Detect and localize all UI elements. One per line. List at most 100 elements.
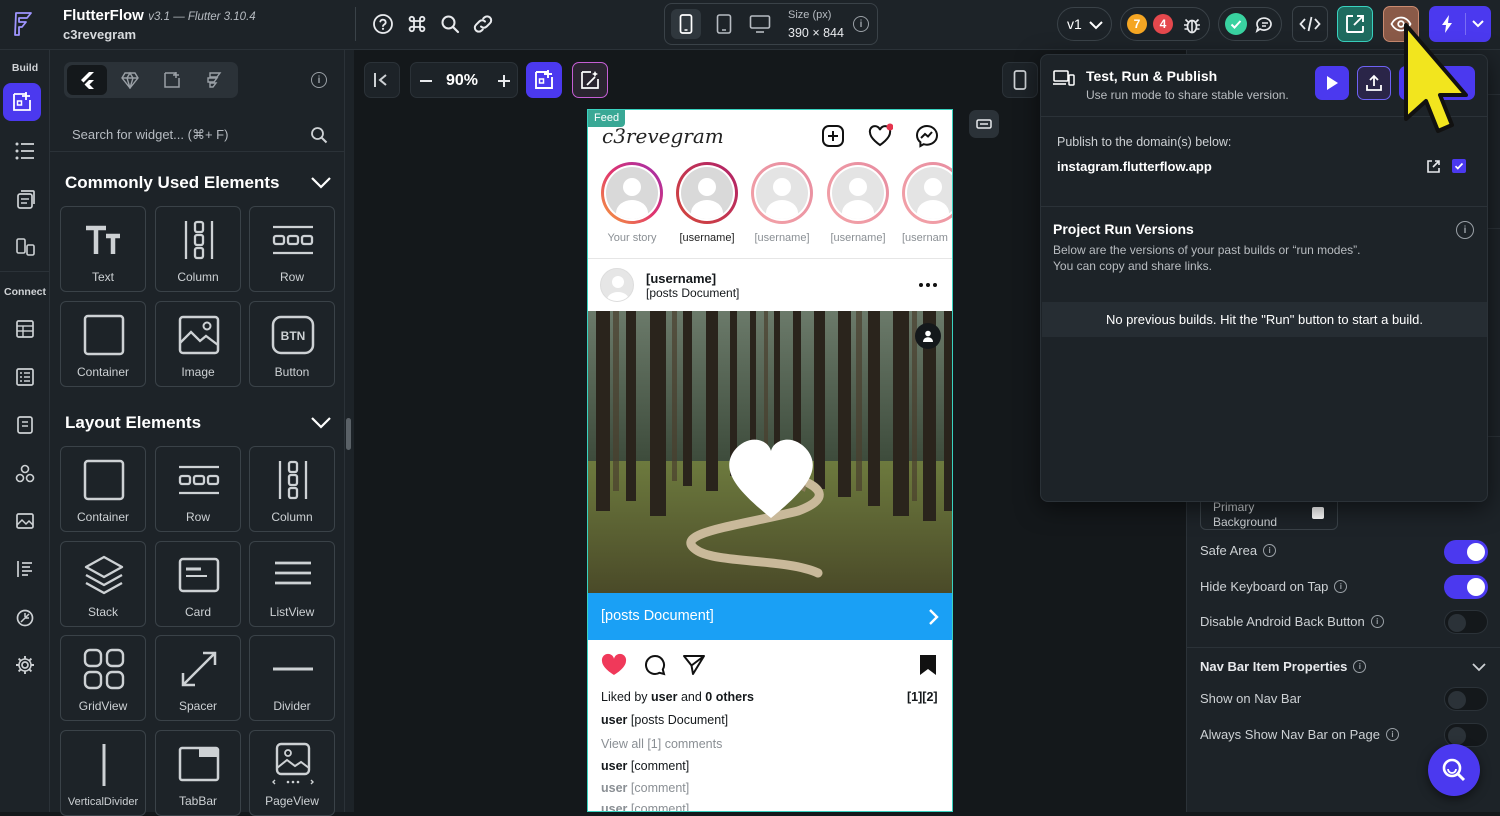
widget-tile-gridview[interactable]: GridView [60,635,146,721]
ai-gen-button[interactable] [572,62,608,98]
storyboard-icon[interactable] [9,184,41,216]
info-icon[interactable]: i [1456,221,1474,239]
widget-tile-card[interactable]: Card [155,541,241,627]
open-external-button[interactable] [1337,6,1373,42]
flutterflow-logo-icon[interactable] [9,10,37,38]
widget-tile-image[interactable]: Image [155,301,241,387]
chevron-down-icon[interactable] [308,409,334,435]
story-item[interactable]: [username] [827,162,889,244]
theme-settings-icon[interactable] [9,553,41,585]
bug-icon[interactable] [1181,14,1203,36]
post-image[interactable] [588,311,952,593]
search-input[interactable]: Search for widget... (⌘+ F) [72,127,228,143]
hide-keyboard-toggle[interactable] [1444,575,1488,599]
widget-palette-icon[interactable] [3,83,41,121]
version-select[interactable]: v1 [1057,7,1112,41]
widget-tile-stack[interactable]: Stack [60,541,146,627]
errors-badge[interactable]: 4 [1153,14,1173,34]
liked-user[interactable]: user [651,690,677,704]
info-icon[interactable]: i [1353,660,1367,673]
tablet-device-button[interactable] [709,9,739,39]
info-icon[interactable]: i [1385,728,1399,741]
zoom-level[interactable]: 90% [446,72,478,90]
comment-user[interactable]: user [601,781,627,795]
tab-flutter-widgets[interactable] [67,65,107,95]
story-item[interactable]: [username] [676,162,738,244]
widget-tree-icon[interactable] [9,135,41,167]
zoom-in-icon[interactable] [497,74,511,88]
upload-button[interactable] [1357,66,1391,100]
domain-link[interactable]: instagram.flutterflow.app [1057,159,1212,174]
panel-scrollbar[interactable] [346,418,351,450]
show-navbar-toggle[interactable] [1444,687,1488,711]
help-icon[interactable] [370,11,396,37]
collapse-panel-button[interactable] [364,62,400,98]
desktop-device-button[interactable] [745,9,775,39]
add-widget-button[interactable] [526,62,562,98]
widget-tile-container[interactable]: Container [60,446,146,532]
widget-tile-row[interactable]: Row [249,206,335,292]
database-icon[interactable] [9,313,41,345]
post-username[interactable]: [username] [646,271,716,286]
comment-user[interactable]: user [601,759,627,773]
open-external-icon[interactable] [1426,159,1441,174]
search-icon[interactable] [437,11,463,37]
zoom-out-icon[interactable] [419,74,433,88]
command-icon[interactable] [404,11,430,37]
disable-back-toggle[interactable] [1444,610,1488,634]
more-options-icon[interactable] [918,282,938,288]
check-icon[interactable] [1225,13,1247,35]
navbar-section-header[interactable]: Nav Bar Item Properties i [1200,659,1367,674]
settings-gear-icon[interactable] [9,649,41,681]
info-icon[interactable]: i [1370,615,1384,628]
caption-user[interactable]: user [601,713,627,727]
device-frame-button[interactable] [1002,62,1038,98]
keyboard-toggle[interactable] [969,110,999,138]
link-icon[interactable] [470,11,496,37]
media-assets-icon[interactable] [9,505,41,537]
widget-tile-column[interactable]: Column [155,206,241,292]
project-name[interactable]: c3revegram [63,27,136,42]
add-post-icon[interactable] [821,124,845,148]
chat-icon[interactable] [1254,14,1276,36]
size-value[interactable]: 390 × 844 [788,26,844,40]
share-icon[interactable] [682,654,706,676]
tab-flows[interactable] [194,65,234,95]
widget-tile-button[interactable]: BTN Button [249,301,335,387]
code-view-button[interactable] [1292,6,1328,42]
widget-tile-column[interactable]: Column [249,446,335,532]
info-icon[interactable]: i [853,16,869,32]
custom-code-icon[interactable] [9,458,41,490]
info-icon[interactable]: i [311,72,327,88]
widget-tile-spacer[interactable]: Spacer [155,635,241,721]
help-search-fab[interactable] [1428,744,1480,796]
post-link-bar[interactable]: [posts Document] [588,593,952,640]
warnings-badge[interactable]: 7 [1127,14,1147,34]
search-icon[interactable] [310,126,328,144]
info-icon[interactable]: i [1263,544,1277,557]
post-avatar[interactable] [600,268,634,302]
safe-area-toggle[interactable] [1444,540,1488,564]
widget-tile-row[interactable]: Row [155,446,241,532]
story-item[interactable]: Your story [601,162,663,244]
integrations-icon[interactable] [9,602,41,634]
comment-user[interactable]: user [601,802,627,811]
app-state-icon[interactable] [9,361,41,393]
heart-notification-icon[interactable] [867,123,893,149]
widget-tile-listview[interactable]: ListView [249,541,335,627]
widget-tile-divider[interactable]: Divider [249,635,335,721]
widget-tile-tabbar[interactable]: TabBar [155,730,241,816]
widget-tile-text[interactable]: Text [60,206,146,292]
run-button[interactable] [1315,66,1349,100]
story-item[interactable]: [usernam [902,162,952,244]
bookmark-icon[interactable] [919,654,937,676]
chevron-down-icon[interactable] [1471,660,1487,674]
widget-search[interactable]: Search for widget... (⌘+ F) [50,118,344,152]
chevron-down-icon[interactable] [308,169,334,195]
widget-tile-container[interactable]: Container [60,301,146,387]
tab-components[interactable] [110,65,150,95]
phone-device-button[interactable] [671,9,701,39]
api-calls-icon[interactable] [9,409,41,441]
comment-icon[interactable] [644,654,666,676]
messenger-icon[interactable] [915,124,939,148]
